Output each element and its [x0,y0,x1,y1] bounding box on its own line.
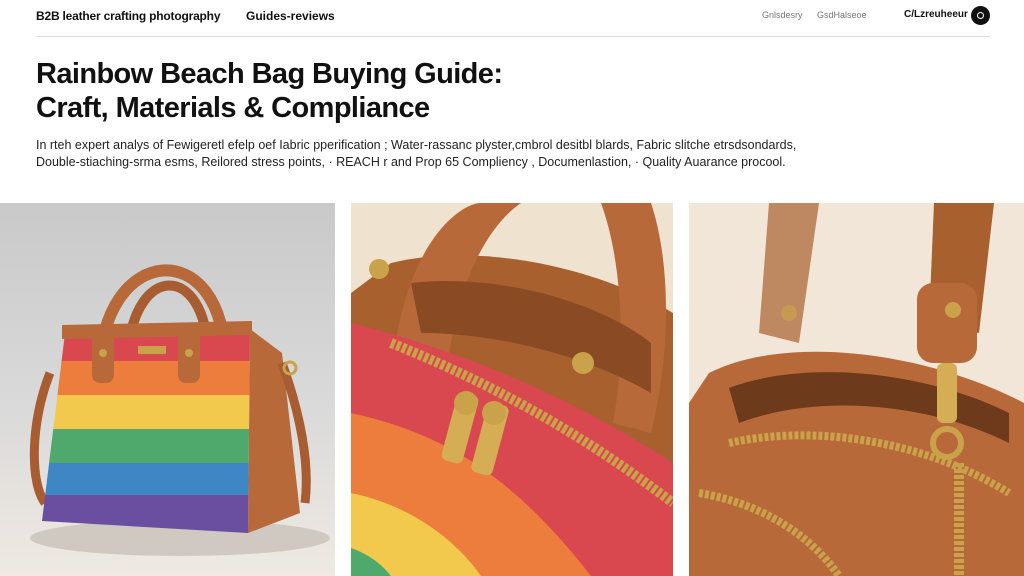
top-navigation: B2B leather crafting photography Guides-… [0,0,1024,36]
gallery-photo-full-bag[interactable] [0,203,335,576]
summary-line-1: In rteh expert analys of Fewigeretl efel… [36,138,797,152]
menu-button[interactable] [971,6,990,25]
brand-logo-text[interactable]: B2B leather crafting photography [36,9,220,23]
util-link-1[interactable]: Gnlsdesry [762,10,803,20]
gallery-photo-zipper-closeup[interactable] [351,203,673,576]
page-title: Rainbow Beach Bag Buying Guide: Craft, M… [36,57,736,125]
circle-icon [977,12,984,19]
util-link-2[interactable]: GsdHalseoe [817,10,867,20]
bag-photo-illustration [0,203,335,576]
article-summary: In rteh expert analys of Fewigeretl efel… [36,137,896,171]
summary-line-2: Double-stiaching-srma esms, Reilored str… [36,155,786,169]
zipper-photo-illustration [351,203,673,576]
title-line-2: Craft, Materials & Compliance [36,92,430,124]
gallery-photo-strap-hardware[interactable] [689,203,1024,576]
header-divider [36,36,990,37]
contact-link[interactable]: C/Lzreuheeur [904,9,968,20]
title-line-1: Rainbow Beach Bag Buying Guide: [36,58,503,90]
nav-link-guides-reviews[interactable]: Guides-reviews [246,9,335,23]
strap-photo-illustration [689,203,1024,576]
